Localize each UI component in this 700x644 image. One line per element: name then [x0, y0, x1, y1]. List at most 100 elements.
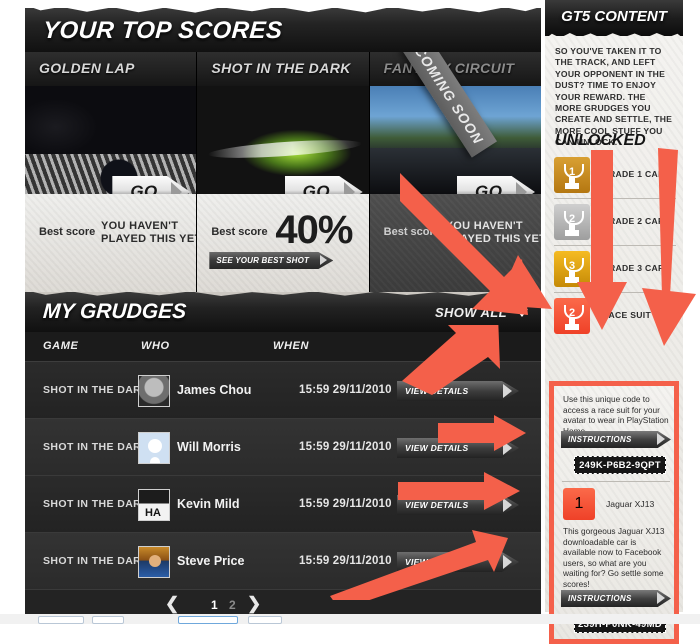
page-title: YOUR TOP SCORES	[42, 17, 284, 44]
browser-chip	[38, 616, 84, 624]
view-details-label: VIEW DETAILS	[405, 557, 469, 567]
best-score-label: Best score	[211, 226, 268, 238]
card-thumbnail-golden-lap: GO	[25, 86, 197, 194]
race-suit-code-value: 249K-P6B2-9QPT	[579, 459, 661, 471]
list-item[interactable]: 2 RACE SUIT	[554, 293, 676, 340]
cell-who: Steve Price	[177, 554, 245, 568]
trophy-badge-number: 1	[568, 166, 576, 178]
unlocked-item-label: GRADE 3 CARS	[602, 263, 671, 273]
car-instructions-button[interactable]: INSTRUCTIONS	[561, 590, 671, 607]
top-scores-banner: YOUR TOP SCORES	[25, 8, 541, 52]
cell-game: SHOT IN THE DARK	[43, 384, 150, 396]
best-score-value: YOU HAVEN'T PLAYED THIS YET	[445, 220, 541, 245]
see-best-shot-label: SEE YOUR BEST SHOT	[216, 256, 310, 265]
table-row[interactable]: SHOT IN THE DARK Steve Price 15:59 29/11…	[25, 533, 541, 590]
cell-game: SHOT IN THE DARK	[43, 555, 150, 567]
pagination-page-1[interactable]: 1	[211, 598, 218, 612]
browser-chip	[178, 616, 238, 624]
go-button-label: GO	[302, 182, 331, 194]
cell-who: Kevin Mild	[177, 497, 240, 511]
trophy-icon: 2	[554, 298, 590, 334]
browser-bottom-strip	[0, 614, 700, 624]
list-item[interactable]: 3 GRADE 3 CARS	[554, 246, 676, 293]
top-scores-cards: GOLDEN LAP GO Best score YOU HAVEN'T PLA…	[25, 52, 541, 292]
view-details-label: VIEW DETAILS	[405, 500, 469, 510]
best-score-label: Best score	[39, 226, 96, 238]
table-row[interactable]: SHOT IN THE DARK Kevin Mild 15:59 29/11/…	[25, 476, 541, 533]
cell-when: 15:59 29/11/2010	[299, 384, 392, 396]
card-title: SHOT IN THE DARK	[197, 52, 369, 86]
avatar	[138, 432, 170, 464]
column-header-who: WHO	[141, 340, 170, 352]
show-all-filter[interactable]: SHOW ALL	[435, 305, 507, 320]
sidebar-body: SO YOU'VE TAKEN IT TO THE TRACK, AND LEF…	[545, 36, 683, 644]
page-left-margin	[0, 0, 25, 614]
race-suit-instructions-button[interactable]: INSTRUCTIONS	[561, 431, 671, 448]
race-suit-description: Use this unique code to access a race su…	[563, 394, 669, 436]
score-card-golden-lap[interactable]: GOLDEN LAP GO Best score YOU HAVEN'T PLA…	[25, 52, 198, 292]
view-details-label: VIEW DETAILS	[405, 386, 469, 396]
trophy-badge-number: 2	[568, 213, 576, 225]
best-score-value: 40%	[275, 208, 353, 252]
score-card-shot-in-the-dark[interactable]: SHOT IN THE DARK GO Best score 40% SEE Y…	[197, 52, 370, 292]
trophy-badge-number: 2	[568, 307, 576, 319]
page-stage: YOUR TOP SCORES GOLDEN LAP GO Best score…	[0, 0, 700, 644]
cell-when: 15:59 29/11/2010	[299, 498, 392, 510]
view-details-button[interactable]: VIEW DETAILS	[397, 438, 519, 458]
view-details-button[interactable]: VIEW DETAILS	[397, 552, 519, 572]
unlocked-heading: UNLOCKED	[555, 132, 646, 149]
main-content: YOUR TOP SCORES GOLDEN LAP GO Best score…	[25, 8, 541, 622]
pagination-page-2[interactable]: 2	[229, 598, 236, 612]
trophy-icon: 1	[554, 157, 590, 193]
avatar	[138, 489, 170, 521]
score-card-fantasy-circuit[interactable]: FANTASY CIRCUIT GO Best score YOU HAVEN'…	[369, 52, 541, 292]
cell-game: SHOT IN THE DARK	[43, 441, 150, 453]
trophy-badge-number: 1	[574, 495, 584, 512]
cell-game: SHOT IN THE DARK	[43, 498, 150, 510]
trophy-badge-number: 3	[568, 260, 576, 272]
reward-code-panel: Use this unique code to access a race su…	[549, 381, 679, 644]
sidebar: GT5 CONTENT SO YOU'VE TAKEN IT TO THE TR…	[545, 0, 683, 644]
unlocked-list: 1 GRADE 1 CARS 2 GRADE 2 CARS 3 GRADE 3 …	[554, 152, 676, 340]
avatar	[138, 546, 170, 578]
go-button-label: GO	[474, 182, 503, 194]
car-description: This gorgeous Jaguar XJ13 downloadable c…	[563, 526, 665, 589]
best-score-value: YOU HAVEN'T PLAYED THIS YET	[101, 220, 198, 245]
view-details-label: VIEW DETAILS	[405, 443, 469, 453]
race-suit-code[interactable]: 249K-P6B2-9QPT	[574, 456, 666, 474]
table-row[interactable]: SHOT IN THE DARK Will Morris 15:59 29/11…	[25, 419, 541, 476]
best-score-label: Best score	[383, 226, 440, 238]
my-grudges-banner: MY GRUDGES SHOW ALL	[25, 292, 541, 332]
cell-who: James Chou	[177, 383, 252, 397]
list-item[interactable]: 1 GRADE 1 CARS	[554, 152, 676, 199]
unlocked-item-label: GRADE 2 CARS	[602, 216, 671, 226]
view-details-button[interactable]: VIEW DETAILS	[397, 495, 519, 515]
card-title: GOLDEN LAP	[25, 52, 197, 86]
view-details-button[interactable]: VIEW DETAILS	[397, 381, 519, 401]
page-right-margin	[683, 0, 700, 614]
card-thumbnail-shot-in-the-dark: GO	[197, 86, 369, 194]
my-grudges-title: MY GRUDGES	[42, 300, 187, 323]
go-button[interactable]: GO	[284, 176, 363, 194]
trophy-icon: 3	[554, 251, 590, 287]
column-header-game: GAME	[43, 340, 79, 352]
cell-who: Will Morris	[177, 440, 241, 454]
unlocked-item-label: RACE SUIT	[602, 310, 652, 320]
see-best-shot-button[interactable]: SEE YOUR BEST SHOT	[209, 252, 334, 269]
browser-chip	[248, 616, 282, 624]
list-item[interactable]: 2 GRADE 2 CARS	[554, 199, 676, 246]
avatar	[138, 375, 170, 407]
column-header-when: WHEN	[273, 340, 310, 352]
table-row[interactable]: SHOT IN THE DARK James Chou 15:59 29/11/…	[25, 362, 541, 419]
unlocked-item-label: GRADE 1 CARS	[602, 169, 671, 179]
pagination-prev-icon[interactable]: ❮	[165, 594, 179, 614]
chevron-down-icon[interactable]	[516, 309, 528, 317]
go-button[interactable]: GO	[112, 176, 191, 194]
grudges-table: SHOT IN THE DARK James Chou 15:59 29/11/…	[25, 362, 541, 590]
card-body: Best score 40% SEE YOUR BEST SHOT	[197, 194, 369, 292]
sidebar-banner: GT5 CONTENT	[545, 0, 683, 36]
browser-chip	[92, 616, 124, 624]
go-button[interactable]: GO	[456, 176, 535, 194]
pagination-next-icon[interactable]: ❯	[247, 594, 261, 614]
trophy-icon: 2	[554, 204, 590, 240]
